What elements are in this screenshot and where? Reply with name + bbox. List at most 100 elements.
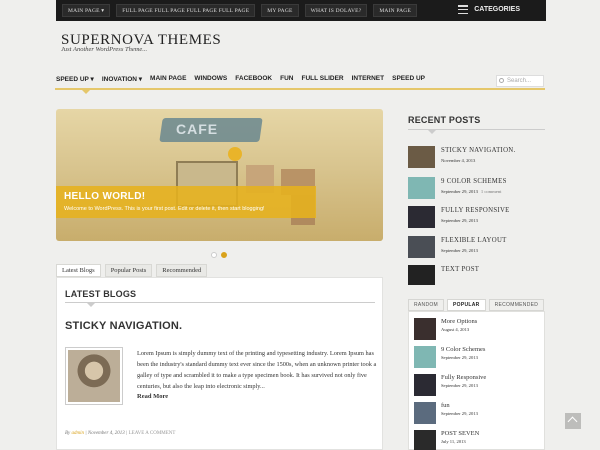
widget-item-date: August 4, 2013 <box>441 327 470 332</box>
hamburger-icon <box>458 5 469 14</box>
top-nav-item[interactable]: MY PAGE <box>261 4 299 17</box>
leave-comment-link[interactable]: LEAVE A COMMENT <box>129 431 176 436</box>
recent-post-title[interactable]: TEXT POST <box>441 266 479 273</box>
recent-post-title[interactable]: STICKY NAVIGATION. <box>441 147 516 154</box>
nav-divider <box>55 88 545 90</box>
slide-caption[interactable]: HELLO WORLD! Welcome to WordPress. This … <box>56 186 316 218</box>
widget-panel: More Options August 4, 2013 9 Color Sche… <box>408 311 545 450</box>
panel-divider <box>65 302 375 303</box>
widget-item-title[interactable]: Fully Responsive <box>441 374 486 381</box>
recent-post-thumb <box>408 265 435 285</box>
featured-slider[interactable]: CAFE HELLO WORLD! Welcome to WordPress. … <box>56 109 383 241</box>
recent-post-title[interactable]: FULLY RESPONSIVE <box>441 207 510 214</box>
tab-recommended[interactable]: Recommended <box>156 264 208 277</box>
slide-caption-text: Welcome to WordPress. This is your first… <box>64 206 265 212</box>
widget-tab-random[interactable]: RANDOM <box>408 299 445 311</box>
content-tabs: Latest Blogs Popular Posts Recommended <box>56 264 208 277</box>
recent-post-date-text: September 29, 2013 <box>441 189 478 194</box>
slider-pagination <box>211 252 227 258</box>
widget-item[interactable]: Fully Responsive September 29, 2013 <box>414 374 544 398</box>
search-placeholder: Search... <box>507 78 532 84</box>
main-nav: SPEED UP ▾ INOVATION ▾ MAIN PAGE WINDOWS… <box>55 75 432 83</box>
post-thumbnail[interactable] <box>65 347 123 405</box>
tab-latest-blogs[interactable]: Latest Blogs <box>56 264 101 277</box>
widget-item-date: September 29, 2013 <box>441 355 478 360</box>
recent-post-item[interactable]: 9 COLOR SCHEMES September 29, 2013 1 comm… <box>408 177 548 201</box>
recent-post-item[interactable]: FULLY RESPONSIVE September 29, 2013 <box>408 206 548 230</box>
slider-dot[interactable] <box>211 252 217 258</box>
latest-blogs-panel: LATEST BLOGS STICKY NAVIGATION. Lorem Ip… <box>56 277 383 450</box>
top-nav-item[interactable]: WHAT IS DOLAVE? <box>304 4 368 17</box>
main-nav-item[interactable]: FACEBOOK <box>234 75 279 83</box>
search-icon <box>499 78 504 83</box>
widget-item-date: July 11, 2013 <box>441 439 466 444</box>
top-nav: MAIN PAGE ▾ FULL PAGE FULL PAGE FULL PAG… <box>62 4 418 17</box>
post-title[interactable]: STICKY NAVIGATION. <box>65 320 182 332</box>
categories-menu[interactable]: CATEGORIES <box>458 5 520 14</box>
widget-tab-recommended[interactable]: RECOMMENDED <box>488 299 545 311</box>
recent-post-thumb <box>408 236 435 258</box>
categories-label: CATEGORIES <box>474 6 520 13</box>
recent-post-date: September 29, 2013 <box>441 248 478 253</box>
recent-post-thumb <box>408 206 435 228</box>
cafe-sign-text: CAFE <box>176 121 219 137</box>
recent-post-date: September 29, 2013 1 comment <box>441 189 501 194</box>
widget-item[interactable]: fun September 29, 2013 <box>414 402 544 426</box>
widget-item-title[interactable]: 9 Color Schemes <box>441 346 485 353</box>
main-nav-item[interactable]: SPEED UP <box>391 75 432 83</box>
main-nav-item[interactable]: FULL SLIDER <box>300 75 350 83</box>
widget-item[interactable]: More Options August 4, 2013 <box>414 318 544 342</box>
recent-post-date-text: September 29, 2013 <box>441 248 478 253</box>
widget-item-date: September 29, 2013 <box>441 383 478 388</box>
search-input[interactable]: Search... <box>496 75 544 87</box>
top-nav-item[interactable]: FULL PAGE FULL PAGE FULL PAGE FULL PAGE <box>116 4 256 17</box>
main-nav-item[interactable]: INTERNET <box>351 75 392 83</box>
widget-item-date: September 29, 2013 <box>441 411 478 416</box>
scroll-to-top-button[interactable] <box>565 413 581 429</box>
recent-post-title[interactable]: 9 COLOR SCHEMES <box>441 178 507 185</box>
recent-post-item[interactable]: STICKY NAVIGATION. November 4, 2013 <box>408 146 548 170</box>
meta-author-link[interactable]: admin <box>72 431 85 436</box>
top-nav-item[interactable]: MAIN PAGE ▾ <box>62 4 111 17</box>
widget-tab-popular[interactable]: POPULAR <box>447 299 486 311</box>
read-more-link[interactable]: Read More <box>137 393 168 400</box>
widget-item-thumb <box>414 318 436 340</box>
recent-post-date-text: November 4, 2013 <box>441 158 476 163</box>
sidebar-notch <box>428 130 436 134</box>
main-nav-item[interactable]: WINDOWS <box>193 75 234 83</box>
post-meta: By admin | November 4, 2013 | LEAVE A CO… <box>65 431 175 436</box>
main-nav-item[interactable]: MAIN PAGE <box>149 75 193 83</box>
recent-post-date: September 29, 2013 <box>441 218 478 223</box>
recent-post-comments[interactable]: 1 comment <box>478 189 502 194</box>
recent-posts-heading: RECENT POSTS <box>408 115 481 125</box>
recent-post-date-text: September 29, 2013 <box>441 218 478 223</box>
widget-item[interactable]: 9 Color Schemes September 29, 2013 <box>414 346 544 370</box>
meta-by: By <box>65 431 71 436</box>
recent-post-title[interactable]: FLEXIBLE LAYOUT <box>441 237 507 244</box>
post-excerpt: Lorem Ipsum is simply dummy text of the … <box>137 350 377 390</box>
slide-caption-title[interactable]: HELLO WORLD! <box>64 191 145 202</box>
widget-item-thumb <box>414 346 436 368</box>
top-nav-item[interactable]: MAIN PAGE <box>373 4 418 17</box>
site-tagline: Just Another WordPress Theme... <box>61 46 148 53</box>
widget-item-title[interactable]: More Options <box>441 318 477 325</box>
widget-item-thumb <box>414 430 436 450</box>
recent-post-date: November 4, 2013 <box>441 158 475 163</box>
widget-tabs: RANDOM POPULAR RECOMMENDED <box>408 299 545 311</box>
main-nav-item[interactable]: INOVATION ▾ <box>101 75 149 83</box>
recent-post-item[interactable]: TEXT POST <box>408 265 548 285</box>
thumbnail-image <box>68 350 120 402</box>
widget-item-thumb <box>414 374 436 396</box>
widget-item-title[interactable]: POST SEVEN <box>441 430 479 437</box>
widget-item-thumb <box>414 402 436 424</box>
slider-dot-active[interactable] <box>221 252 227 258</box>
top-bar: MAIN PAGE ▾ FULL PAGE FULL PAGE FULL PAG… <box>56 0 546 21</box>
recent-post-item[interactable]: FLEXIBLE LAYOUT September 29, 2013 <box>408 236 548 260</box>
panel-heading: LATEST BLOGS <box>65 289 137 299</box>
tab-popular-posts[interactable]: Popular Posts <box>104 264 153 277</box>
nav-notch <box>82 90 90 94</box>
main-nav-item[interactable]: FUN <box>279 75 300 83</box>
widget-item-title[interactable]: fun <box>441 402 450 409</box>
widget-item[interactable]: POST SEVEN July 11, 2013 <box>414 430 544 450</box>
main-nav-item[interactable]: SPEED UP ▾ <box>55 75 101 83</box>
